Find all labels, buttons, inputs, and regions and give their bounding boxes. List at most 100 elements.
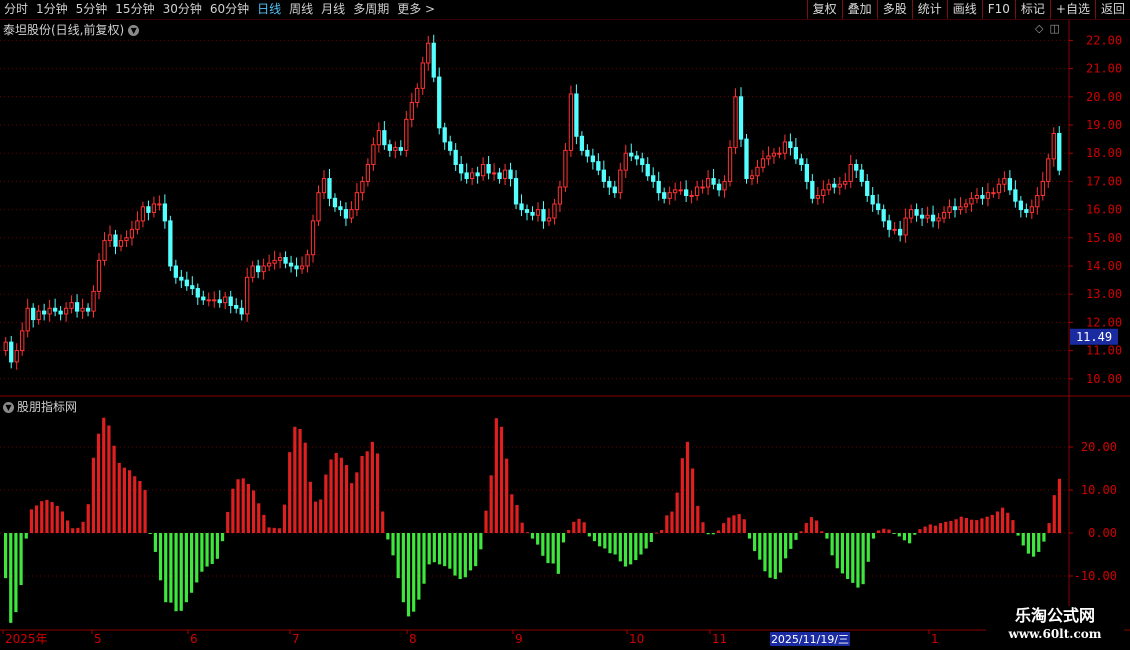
candle: [338, 206, 343, 211]
indicator-bar: [443, 533, 447, 567]
indicator-bar: [334, 453, 338, 533]
chevron-down-icon[interactable]: ▼: [128, 25, 140, 36]
candle: [190, 285, 195, 290]
indicator-bar: [365, 451, 369, 533]
candle: [140, 206, 146, 222]
indicator-bar: [50, 502, 54, 533]
indicator-bar: [923, 526, 927, 533]
indicator-bar: [505, 458, 509, 533]
chart-title[interactable]: 泰坦股份(日线,前复权) ▼: [3, 21, 140, 38]
indicator-title[interactable]: ▼ 股朋指标网: [3, 398, 77, 415]
candle: [354, 192, 360, 211]
indicator-bar: [603, 533, 607, 549]
candle: [1057, 132, 1062, 171]
candle: [113, 234, 118, 247]
candle: [612, 186, 617, 194]
indicator-bar: [375, 453, 380, 533]
candle: [738, 96, 744, 140]
indicator-bar: [794, 533, 798, 540]
indicator-bar: [158, 533, 163, 581]
chevron-down-icon[interactable]: ▼: [3, 402, 14, 413]
candle: [651, 175, 656, 182]
candle: [239, 307, 244, 315]
candle: [162, 203, 168, 222]
candle: [832, 183, 837, 188]
layout-icon[interactable]: ◫: [1049, 22, 1059, 35]
candle: [996, 183, 1002, 194]
candle: [590, 155, 596, 163]
candle: [217, 299, 222, 304]
indicator-bar: [1047, 523, 1051, 533]
indicator-bar: [1037, 533, 1041, 552]
candle: [568, 93, 574, 151]
indicator-bar: [463, 533, 467, 578]
indicator-bar: [427, 533, 431, 565]
date-tick-label: 10: [629, 632, 644, 646]
candle: [371, 144, 376, 165]
indicator-bar: [489, 475, 493, 533]
indicator-bar: [164, 533, 168, 603]
candle: [266, 262, 272, 267]
indicator-bar: [174, 533, 178, 612]
candle: [387, 144, 392, 151]
candle: [623, 152, 628, 171]
candle: [195, 288, 200, 298]
stock-chart[interactable]: 22.00 21.00 20.00 19.00 18.00 17.00 16.00 15.00…: [0, 0, 1130, 650]
indicator-bar: [257, 503, 261, 533]
indicator-bar: [685, 441, 690, 533]
indicator-bar: [897, 533, 901, 537]
indicator-bar: [959, 516, 963, 533]
candle: [689, 195, 694, 197]
candle: [919, 214, 925, 219]
indicator-bar: [753, 533, 757, 552]
candle: [683, 189, 689, 197]
indicator-tick-label: 20.00: [1081, 440, 1117, 454]
indicator-bar: [510, 494, 514, 533]
indicator-bar: [195, 533, 199, 583]
indicator-bar: [86, 504, 90, 533]
indicator-bar: [65, 520, 70, 533]
indicator-bar: [474, 533, 478, 567]
indicator-bar: [680, 458, 684, 533]
candle: [1007, 178, 1013, 191]
indicator-bar: [964, 517, 969, 533]
indicator-bar: [138, 480, 142, 533]
indicator-bar: [484, 510, 488, 533]
indicator-bar: [975, 520, 979, 533]
candle: [530, 211, 535, 216]
candle: [897, 228, 903, 236]
candle: [678, 189, 683, 192]
candle: [1046, 158, 1051, 182]
candle: [310, 220, 316, 256]
indicator-bar: [1042, 533, 1046, 542]
indicator-bar: [396, 533, 400, 579]
candle: [343, 209, 349, 219]
indicator-bar: [24, 533, 28, 539]
indicator-title-label: 股朋指标网: [17, 400, 78, 414]
candle: [667, 192, 672, 199]
diamond-icon[interactable]: ◇: [1035, 22, 1043, 35]
indicator-bar: [711, 533, 715, 535]
indicator-bar: [784, 533, 788, 559]
candle: [1013, 189, 1018, 202]
candle: [288, 262, 294, 267]
indicator-bar: [226, 511, 230, 533]
candle: [206, 299, 211, 302]
candle: [321, 178, 327, 194]
candle: [47, 307, 52, 315]
indicator-bar: [112, 445, 116, 533]
candle: [168, 220, 173, 267]
indicator-bar: [210, 533, 214, 564]
candle: [815, 195, 820, 199]
indicator-bar: [789, 533, 793, 549]
indicator-bar: [303, 442, 307, 533]
indicator-bar: [231, 488, 235, 533]
candle: [469, 172, 475, 180]
candle: [415, 87, 420, 103]
candle: [541, 209, 546, 222]
indicator-bar: [453, 533, 457, 576]
indicator-bar: [499, 426, 504, 533]
candle: [662, 192, 667, 199]
candle: [771, 152, 777, 157]
price-tick-label: 21.00: [1086, 62, 1122, 76]
